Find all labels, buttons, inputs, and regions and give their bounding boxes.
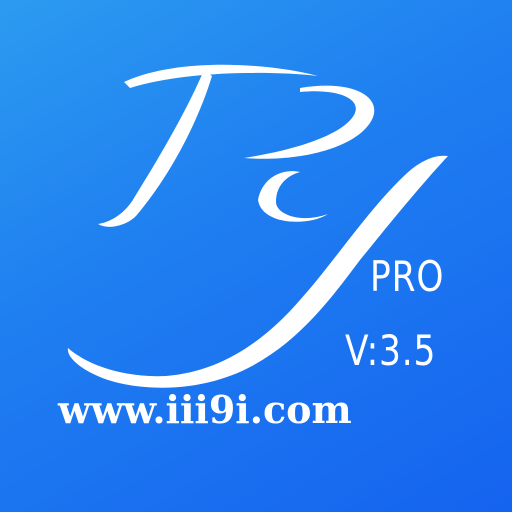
app-icon: PRO V:3.5 www.iii9i.com — [0, 0, 512, 512]
monogram-p-stem — [98, 70, 212, 227]
monogram-y-left-arm — [258, 171, 328, 222]
tier-label: PRO — [370, 252, 445, 301]
version-label: V:3.5 — [345, 326, 437, 375]
monogram-p-bowl — [244, 85, 375, 159]
monogram-p-top-swash — [124, 64, 318, 88]
website-label: www.iii9i.com — [58, 387, 352, 432]
